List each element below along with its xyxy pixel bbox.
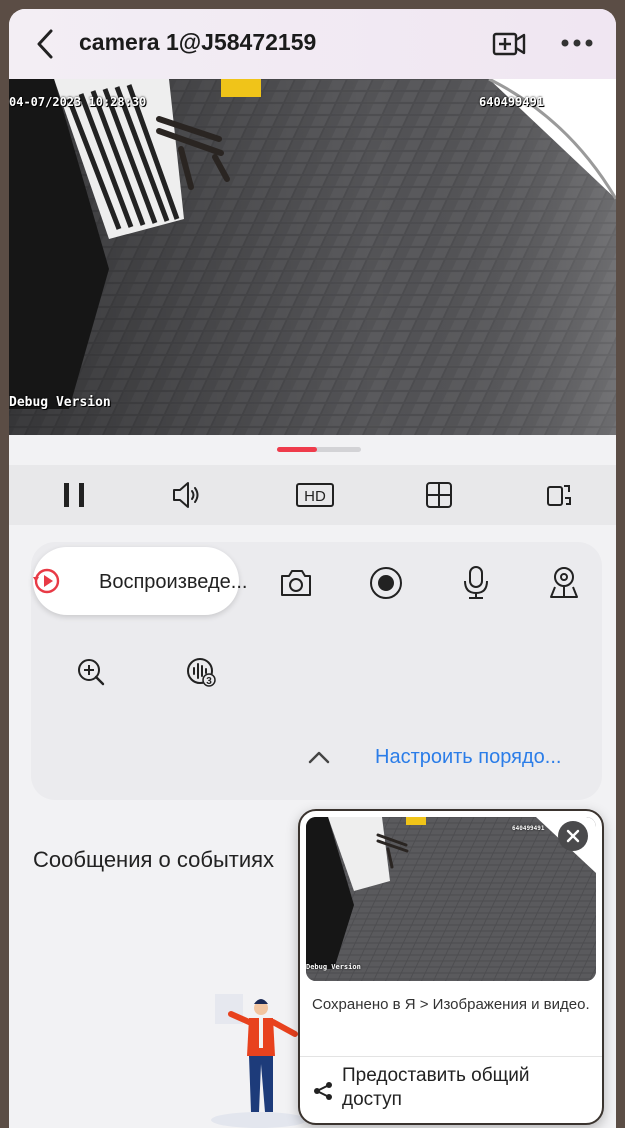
collapse-button[interactable]	[307, 747, 331, 767]
ptz-button[interactable]	[544, 563, 584, 603]
playback-icon	[33, 568, 60, 594]
record-clip-button[interactable]	[491, 26, 527, 62]
zoom-button[interactable]	[71, 652, 111, 692]
chevron-up-icon	[308, 751, 330, 764]
toast-message: Сохранено в Я > Изображения и видео.	[312, 996, 590, 1013]
snapshot-image	[306, 817, 596, 981]
share-icon[interactable]	[312, 1081, 334, 1101]
video-timestamp: 04-07/2023 10:28:30	[9, 95, 147, 109]
pause-icon	[64, 483, 84, 507]
snapshot-thumbnail[interactable]: 640499491 Debug Version	[306, 817, 596, 981]
empty-state-illustration	[211, 994, 307, 1128]
grid-icon	[426, 482, 452, 508]
record-icon	[370, 567, 402, 599]
zoom-in-icon	[78, 659, 105, 686]
snapshot-button[interactable]	[276, 563, 316, 603]
microphone-button[interactable]	[456, 563, 496, 603]
speaker-icon	[173, 482, 199, 508]
chevron-left-icon	[37, 29, 53, 59]
playback-button[interactable]: Воспроизведе...	[33, 547, 247, 615]
more-button[interactable]	[559, 33, 595, 53]
control-bar: HD	[9, 465, 616, 525]
svg-text:3: 3	[206, 676, 212, 687]
video-plus-icon	[492, 32, 526, 56]
rotate-button[interactable]	[539, 475, 579, 515]
page-title: camera 1@J58472159	[79, 29, 317, 55]
toast-divider	[300, 1056, 602, 1057]
video-debug-label: Debug Version	[9, 395, 111, 410]
snapshot-device-code: 640499491	[512, 825, 545, 832]
live-video-view[interactable]: 04-07/2023 10:28:30 640499491 Debug Vers…	[9, 79, 616, 435]
record-button[interactable]	[366, 563, 406, 603]
hd-icon: HD	[296, 483, 334, 507]
multiview-button[interactable]	[419, 475, 459, 515]
close-toast-button[interactable]	[558, 821, 588, 851]
top-bar: camera 1@J58472159	[9, 9, 616, 79]
volume-button[interactable]	[167, 475, 207, 515]
hd-button[interactable]: HD	[295, 475, 335, 515]
back-button[interactable]	[31, 27, 61, 61]
saved-toast: 640499491 Debug Version Сохранено в Я > …	[298, 809, 604, 1125]
pause-button[interactable]	[54, 475, 94, 515]
ptz-camera-icon	[550, 567, 578, 598]
microphone-icon	[464, 566, 488, 599]
playback-label: Воспроизведе...	[99, 571, 248, 593]
camera-live-screen: camera 1@J58472159 04-07/2023 10:28:30 6…	[9, 9, 616, 1128]
camera-feed-image	[9, 79, 616, 435]
audio-3-button[interactable]: 3	[181, 652, 221, 692]
camera-icon	[281, 570, 311, 596]
more-dots-icon	[561, 39, 593, 47]
close-icon	[566, 829, 580, 843]
audio-wave-icon: 3	[187, 658, 216, 687]
events-title: Сообщения о событиях	[33, 847, 275, 872]
hd-label: HD	[304, 488, 326, 505]
video-device-code: 640499491	[479, 95, 545, 109]
rotate-screen-icon	[547, 485, 571, 506]
snapshot-debug-label: Debug Version	[306, 963, 361, 971]
page-indicator-active	[277, 447, 317, 452]
customize-order-link[interactable]: Настроить порядо...	[375, 746, 561, 769]
page-indicator	[277, 447, 361, 452]
share-button[interactable]: Предоставить общий доступ	[342, 1064, 592, 1112]
